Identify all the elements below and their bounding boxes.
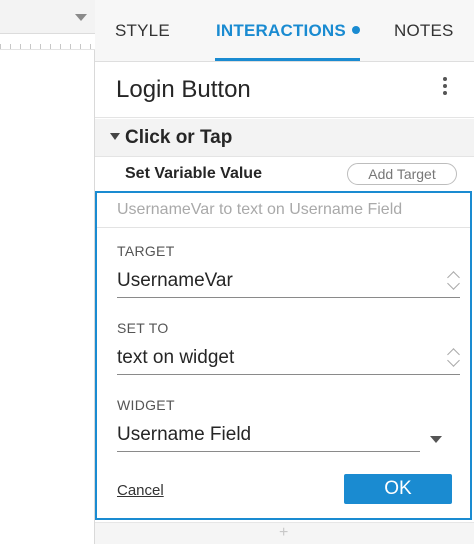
widget-select[interactable]: Username Field <box>117 420 420 452</box>
set-to-label: SET TO <box>117 320 169 336</box>
ok-button[interactable]: OK <box>344 474 452 504</box>
more-options-icon[interactable] <box>442 77 448 97</box>
inspector-panel: STYLE INTERACTIONS NOTES Login Button Cl… <box>95 0 474 544</box>
event-label: Click or Tap <box>125 127 233 148</box>
event-click-or-tap[interactable]: Click or Tap <box>95 119 474 157</box>
tab-bar: STYLE INTERACTIONS NOTES <box>95 0 474 62</box>
active-dot-icon <box>351 25 360 34</box>
action-editor: UsernameVar to text on Username Field TA… <box>95 191 472 520</box>
target-select[interactable]: UsernameVar <box>117 266 460 298</box>
dropdown-arrow-icon[interactable] <box>430 436 442 443</box>
widget-title: Login Button <box>116 76 251 103</box>
set-to-value: text on widget <box>117 347 235 368</box>
widget-label: WIDGET <box>117 397 175 413</box>
set-to-select[interactable]: text on widget <box>117 343 460 375</box>
plus-icon: + <box>279 524 289 541</box>
caret-down-icon[interactable] <box>110 133 120 140</box>
tab-interactions-label: INTERACTIONS <box>216 21 346 40</box>
action-label: Set Variable Value <box>125 165 262 182</box>
widget-value: Username Field <box>117 424 252 445</box>
divider <box>97 227 470 228</box>
canvas-area[interactable] <box>0 0 95 544</box>
cancel-link[interactable]: Cancel <box>117 482 164 499</box>
tab-interactions[interactable]: INTERACTIONS <box>216 21 360 41</box>
canvas-toolbar <box>0 0 95 34</box>
target-label: TARGET <box>117 243 175 259</box>
add-target-button[interactable]: Add Target <box>347 163 457 185</box>
active-tab-indicator <box>215 58 360 61</box>
up-down-chevron-icon <box>447 268 460 292</box>
tab-notes[interactable]: NOTES <box>394 21 454 41</box>
chevron-down-icon[interactable] <box>75 14 87 21</box>
target-value: UsernameVar <box>117 270 233 291</box>
ruler <box>0 34 95 50</box>
widget-header: Login Button <box>95 62 474 118</box>
action-summary: UsernameVar to text on Username Field <box>117 201 403 218</box>
add-action-row[interactable]: + <box>95 522 474 544</box>
action-row: Set Variable Value Add Target <box>95 157 474 191</box>
up-down-chevron-icon <box>447 345 460 369</box>
tab-style[interactable]: STYLE <box>115 21 170 41</box>
